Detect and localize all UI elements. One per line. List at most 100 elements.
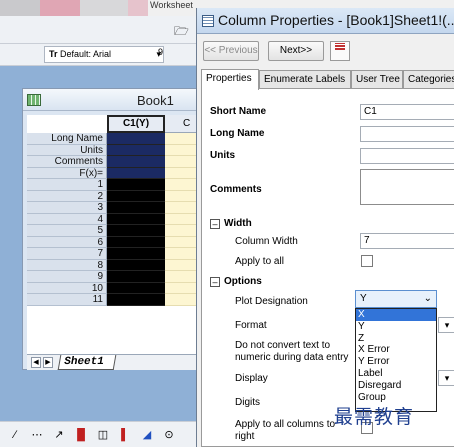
row-header[interactable]: 1 [27, 179, 107, 191]
table-cell[interactable] [107, 225, 165, 237]
font-size-selector[interactable]: 9 [158, 47, 163, 57]
long-name-input[interactable] [360, 126, 454, 142]
dropdown-option[interactable]: Label [356, 368, 436, 380]
dialog-tabs: Properties Enumerate Labels User Tree Ca… [201, 69, 454, 90]
row-header[interactable]: 9 [27, 271, 107, 283]
short-name-label: Short Name [210, 106, 267, 117]
menu-worksheet[interactable]: Worksheet [150, 0, 193, 10]
display-label: Display [235, 373, 268, 384]
row-header[interactable]: 3 [27, 202, 107, 214]
font-icon: Tr [49, 49, 61, 59]
folder-icon[interactable]: 🗁 [174, 22, 189, 43]
sheet-tab[interactable]: Sheet1 [57, 355, 117, 370]
apply-columns-right-label-2: right [235, 431, 255, 442]
table-cell[interactable] [107, 282, 165, 294]
next-button[interactable]: Next>> [268, 41, 324, 61]
row-header[interactable]: 10 [27, 282, 107, 294]
row-header[interactable]: Long Name [27, 133, 107, 145]
column-header-c1[interactable]: C1(Y) [107, 115, 165, 133]
row-header[interactable]: 6 [27, 236, 107, 248]
column-plot-icon[interactable]: █ [74, 428, 88, 442]
table-cell[interactable] [107, 167, 165, 179]
collapse-options-icon[interactable]: – [210, 277, 220, 287]
do-not-convert-label-1: Do not convert text to [235, 340, 331, 351]
row-header[interactable]: 5 [27, 225, 107, 237]
row-header[interactable]: 2 [27, 190, 107, 202]
table-cell[interactable] [107, 294, 165, 306]
units-label: Units [210, 150, 235, 161]
display-dropdown[interactable]: ▾ [438, 370, 454, 386]
plot-designation-dropdown[interactable]: Y ⌄ [355, 290, 437, 308]
table-cell[interactable] [107, 271, 165, 283]
short-name-input[interactable]: C1 [360, 104, 454, 120]
comments-input[interactable] [360, 169, 454, 205]
table-cell[interactable] [107, 236, 165, 248]
row-header[interactable]: 7 [27, 248, 107, 260]
row-header[interactable]: 8 [27, 259, 107, 271]
dropdown-option[interactable]: Y Error [356, 356, 436, 368]
chevron-down-icon: ⌄ [423, 293, 432, 304]
tab-properties[interactable]: Properties [201, 69, 259, 90]
table-cell[interactable] [107, 144, 165, 156]
table-cell[interactable] [107, 248, 165, 260]
dialog-icon [202, 15, 214, 27]
column-statistics-icon[interactable] [330, 41, 350, 61]
dropdown-option[interactable]: X Error [356, 344, 436, 356]
watermark: 最需教育 [334, 406, 415, 428]
format-label: Format [235, 320, 267, 331]
row-header[interactable]: F(x)= [27, 167, 107, 179]
collapse-width-icon[interactable]: – [210, 219, 220, 229]
histogram-icon[interactable]: ▌ [118, 428, 132, 442]
workbook-title: Book1 [137, 93, 174, 108]
table-cell[interactable] [107, 202, 165, 214]
bottom-toolbar: ∕ ⋯ ↗ █ ◫ ▌ ◢ ⊙ [0, 421, 200, 447]
tab-categories[interactable]: Categories [403, 70, 454, 89]
plot-designation-list[interactable]: XYZX Error Y Error Label Disregard Group [355, 308, 437, 412]
column-width-input[interactable]: 7 [360, 233, 454, 249]
toolbar: 🗁 [0, 16, 200, 44]
table-cell[interactable] [107, 156, 165, 168]
template-icon[interactable]: ⊙ [162, 428, 176, 442]
workbook-titlebar: Book1 [23, 89, 201, 111]
comments-label: Comments [210, 184, 262, 195]
column-width-label: Column Width [235, 236, 298, 247]
tab-enumerate-labels[interactable]: Enumerate Labels [259, 70, 351, 89]
format-dropdown[interactable]: ▾ [438, 317, 454, 333]
font-name: Default: Arial [60, 49, 112, 59]
dialog-title: Column Properties - [Book1]Sheet1!(... [218, 12, 454, 28]
table-cell[interactable] [107, 133, 165, 145]
dropdown-option[interactable]: X [356, 309, 436, 321]
workbook-window: Book1 C1(Y) C Long Name Units Comments F(x)… [22, 88, 201, 370]
tab-user-tree[interactable]: User Tree [351, 70, 403, 89]
digits-label: Digits [235, 397, 261, 408]
dropdown-option[interactable]: Y [356, 321, 436, 333]
line-plot-icon[interactable]: ∕ [8, 428, 22, 442]
line-symbol-plot-icon[interactable]: ↗ [52, 428, 66, 442]
apply-to-all-checkbox[interactable] [361, 255, 373, 267]
dropdown-option[interactable]: Disregard [356, 380, 436, 392]
row-header[interactable]: Comments [27, 156, 107, 168]
previous-button[interactable]: << Previous [203, 41, 259, 61]
apply-columns-right-label-1: Apply to all columns to [235, 419, 336, 430]
units-input[interactable] [360, 148, 454, 164]
apply-to-all-label: Apply to all [235, 256, 284, 267]
worksheet-icon [27, 94, 41, 106]
row-header[interactable]: 11 [27, 294, 107, 306]
plot-designation-value: Y [360, 293, 367, 304]
box-chart-icon[interactable]: ◫ [96, 428, 110, 442]
table-cell[interactable] [107, 190, 165, 202]
tab-prev-icon[interactable]: ◀ [31, 357, 41, 368]
font-selector[interactable]: Tr Default: Arial ▾ [44, 46, 164, 63]
long-name-label: Long Name [210, 128, 265, 139]
dropdown-option[interactable]: Z [356, 333, 436, 345]
scatter-plot-icon[interactable]: ⋯ [30, 428, 44, 442]
row-header[interactable]: Units [27, 144, 107, 156]
area-plot-icon[interactable]: ◢ [140, 428, 154, 442]
row-header[interactable]: 4 [27, 213, 107, 225]
plot-designation-label: Plot Designation [235, 296, 308, 307]
table-cell[interactable] [107, 213, 165, 225]
table-cell[interactable] [107, 259, 165, 271]
worksheet-grid[interactable]: C1(Y) C Long Name Units Comments F(x)= 1 2 3 4 5… [27, 115, 201, 355]
table-cell[interactable] [107, 179, 165, 191]
tab-next-icon[interactable]: ▶ [43, 357, 53, 368]
